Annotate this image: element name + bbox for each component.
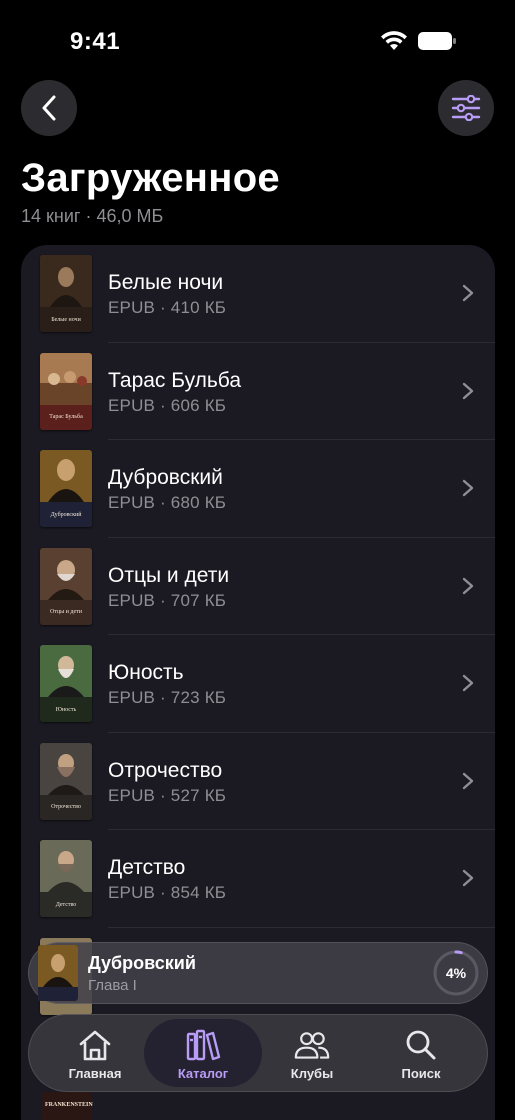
book-meta: EPUB · 410 КБ — [108, 298, 227, 317]
book-title: Дубровский — [108, 466, 223, 489]
book-meta: EPUB · 527 КБ — [108, 785, 227, 805]
cover-label: Отцы и дети — [40, 599, 92, 625]
book-cover: Юность — [40, 645, 92, 722]
book-cover: Дубровский — [40, 450, 92, 527]
chevron-right-icon — [462, 869, 474, 887]
book-title: Отрочество — [108, 758, 223, 782]
portrait-image — [40, 450, 92, 502]
book-title: Детство — [108, 856, 186, 879]
chevron-right-icon — [462, 479, 474, 497]
chevron-right-icon — [462, 284, 474, 302]
cover-label: Тарас Бульба — [40, 404, 92, 430]
people-icon — [294, 1032, 330, 1059]
home-icon — [79, 1030, 111, 1061]
now-reading-cover — [38, 945, 78, 1001]
cover-label: Белые ночи — [40, 307, 92, 332]
portrait-image — [38, 945, 78, 1001]
tab-label: Поиск — [401, 1066, 441, 1081]
tab-label: Каталог — [177, 1066, 229, 1081]
portrait-image — [40, 547, 92, 600]
portrait-image — [40, 645, 92, 697]
chevron-left-icon — [42, 95, 56, 121]
book-title: Белые ночи — [108, 271, 224, 294]
chevron-right-icon — [462, 674, 474, 692]
book-meta: EPUB · 606 КБ — [108, 395, 227, 415]
cover-label: FRANKENSTEIN — [45, 1102, 93, 1108]
list-item[interactable]: Дубровский Дубровский EPUB · 680 КБ — [21, 440, 495, 538]
book-cover: Детство — [40, 840, 92, 917]
sliders-icon — [451, 95, 481, 121]
filter-button[interactable] — [438, 80, 494, 136]
now-reading-bar[interactable]: Дубровский Глава I 4% — [28, 942, 488, 1004]
tab-search[interactable]: Поиск — [362, 1019, 480, 1087]
status-bar: 9:41 — [0, 0, 515, 80]
tab-label: Главная — [68, 1066, 122, 1081]
painting-image — [40, 352, 92, 405]
book-meta: EPUB · 680 КБ — [108, 493, 227, 512]
tab-bar: Главная Каталог Клубы Поиск — [28, 1014, 488, 1092]
chevron-right-icon — [462, 577, 474, 594]
cover-label: Отрочество — [40, 794, 92, 820]
battery-icon — [418, 32, 456, 50]
book-meta: EPUB · 854 КБ — [108, 883, 227, 902]
cover-label: Юность — [40, 697, 92, 722]
book-title: Юность — [108, 661, 184, 684]
book-meta: EPUB · 723 КБ — [108, 688, 227, 707]
portrait-image — [40, 255, 92, 307]
cover-label: Детство — [40, 892, 92, 917]
book-title: Тарас Бульба — [108, 368, 242, 392]
book-meta: EPUB · 707 КБ — [108, 590, 227, 610]
back-button[interactable] — [21, 80, 77, 136]
status-time: 9:41 — [70, 28, 121, 55]
page-title: Загруженное — [21, 156, 280, 200]
chevron-right-icon — [462, 772, 474, 789]
book-cover: Белые ночи — [40, 255, 92, 332]
list-item[interactable]: Детство Детство EPUB · 854 КБ — [21, 830, 495, 928]
portrait-image — [40, 742, 92, 795]
books-icon — [186, 1029, 221, 1061]
book-title: Отцы и дети — [108, 563, 230, 587]
cover-label: Дубровский — [40, 502, 92, 527]
book-cover-peek: FRANKENSTEIN — [42, 1092, 93, 1120]
now-reading-title: Дубровский — [88, 953, 196, 973]
book-cover: Отрочество — [40, 742, 92, 820]
tab-clubs[interactable]: Клубы — [253, 1019, 371, 1087]
list-item[interactable]: Юность Юность EPUB · 723 КБ — [21, 635, 495, 733]
page-subtitle: 14 книг · 46,0 МБ — [21, 206, 164, 226]
tab-catalog[interactable]: Каталог — [144, 1019, 262, 1087]
portrait-image — [40, 840, 92, 892]
book-cover: Отцы и дети — [40, 547, 92, 625]
list-item[interactable]: Тарас Бульба Тарас Бульба EPUB · 606 КБ — [21, 343, 495, 440]
wifi-icon — [381, 31, 407, 50]
tab-label: Клубы — [290, 1066, 334, 1081]
progress-percent: 4% — [445, 965, 467, 981]
list-item[interactable]: Отцы и дети Отцы и дети EPUB · 707 КБ — [21, 538, 495, 635]
search-icon — [406, 1030, 436, 1060]
book-cover: Тарас Бульба — [40, 352, 92, 430]
list-item[interactable]: Белые ночи Белые ночи EPUB · 410 КБ — [21, 245, 495, 343]
now-reading-chapter: Глава I — [88, 977, 137, 994]
tab-home[interactable]: Главная — [36, 1019, 154, 1087]
chevron-right-icon — [462, 382, 474, 399]
list-item[interactable]: Отрочество Отрочество EPUB · 527 КБ — [21, 733, 495, 830]
